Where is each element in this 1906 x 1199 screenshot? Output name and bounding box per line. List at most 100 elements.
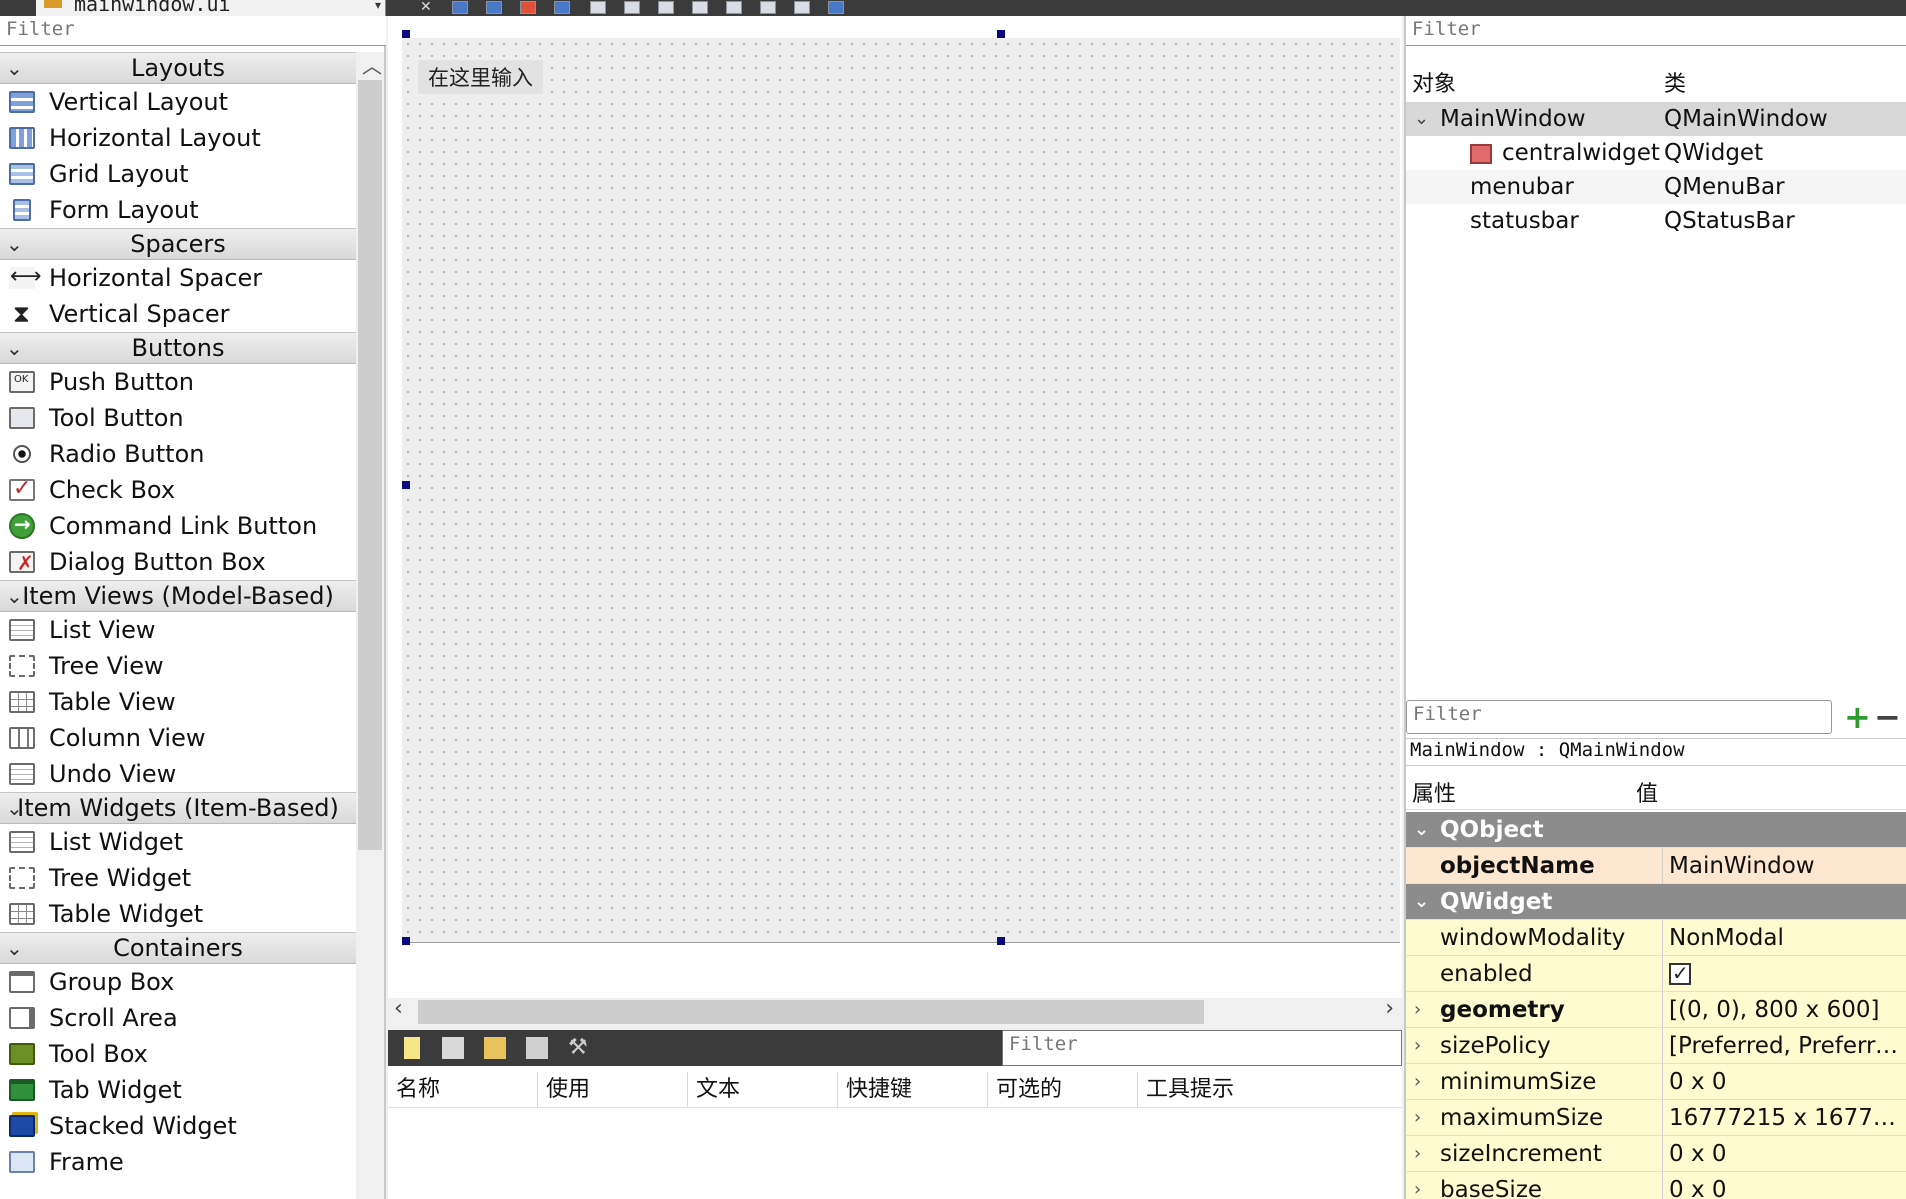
property-value[interactable]: [Preferred, Preferred, ... (1662, 1028, 1906, 1064)
chevron-right-icon[interactable]: › (1414, 1064, 1421, 1100)
chevron-down-icon[interactable]: ⌄ (6, 53, 23, 84)
property-row-geometry[interactable]: › geometry [(0, 0), 800 x 600] (1406, 992, 1906, 1028)
property-value[interactable]: 0 x 0 (1662, 1136, 1906, 1172)
property-row-minimumsize[interactable]: › minimumSize 0 x 0 (1406, 1064, 1906, 1100)
chevron-down-icon[interactable]: ⌄ (1414, 812, 1429, 848)
main-window-form[interactable]: 在这里输入 (402, 38, 1400, 943)
action-filter-input[interactable]: Filter (1002, 1030, 1402, 1066)
new-action-icon[interactable] (404, 1037, 420, 1059)
widget-item-list-widget[interactable]: List Widget (0, 824, 356, 860)
file-tab[interactable]: mainwindow.ui ▾ (36, 0, 386, 16)
col-shortcut[interactable]: 快捷键 (838, 1072, 988, 1108)
widget-item-grid-layout[interactable]: Grid Layout (0, 156, 356, 192)
property-value[interactable]: 0 x 0 (1662, 1172, 1906, 1199)
property-value[interactable]: NonModal (1662, 920, 1906, 956)
widget-item-column-view[interactable]: Column View (0, 720, 356, 756)
scrollbar-thumb[interactable] (358, 80, 382, 850)
widget-item-list-view[interactable]: List View (0, 612, 356, 648)
property-row-basesize[interactable]: › baseSize 0 x 0 (1406, 1172, 1906, 1199)
scrollbar-thumb[interactable] (418, 1000, 1204, 1024)
widget-item-undo-view[interactable]: Undo View (0, 756, 356, 792)
object-row-centralwidget[interactable]: centralwidget QWidget (1406, 136, 1906, 170)
resize-handle-top-left[interactable] (402, 30, 410, 38)
edit-widgets-icon[interactable] (452, 1, 468, 14)
layout-vertical-icon[interactable] (624, 1, 640, 14)
chevron-left-icon[interactable]: ‹ (394, 996, 403, 1021)
property-row-maximumsize[interactable]: › maximumSize 16777215 x 16777215 (1406, 1100, 1906, 1136)
widget-item-radio-button[interactable]: Radio Button (0, 436, 356, 472)
chevron-up-icon[interactable]: ︿ (362, 50, 382, 79)
chevron-down-icon[interactable]: ⌄ (6, 229, 23, 260)
editor-horizontal-scrollbar[interactable]: ‹ › (388, 996, 1402, 1026)
delete-action-icon[interactable] (526, 1037, 548, 1059)
col-value[interactable]: 值 (1636, 776, 1658, 808)
widget-item-form-layout[interactable]: Form Layout (0, 192, 356, 228)
col-checkable[interactable]: 可选的 (988, 1072, 1138, 1108)
object-row-statusbar[interactable]: statusbar QStatusBar (1406, 204, 1906, 238)
edit-signals-icon[interactable] (486, 1, 502, 14)
remove-dynamic-property-icon[interactable]: − (1874, 698, 1901, 736)
chevron-down-icon[interactable]: ⌄ (6, 933, 23, 964)
widget-item-tool-box[interactable]: Tool Box (0, 1036, 356, 1072)
add-dynamic-property-icon[interactable]: + (1844, 698, 1871, 736)
category-item-views-model-based[interactable]: ⌄ Item Views (Model-Based) (0, 580, 356, 612)
widget-filter-input[interactable]: Filter (0, 16, 386, 46)
chevron-right-icon[interactable]: › (1414, 1028, 1421, 1064)
property-value[interactable]: 0 x 0 (1662, 1064, 1906, 1100)
break-layout-icon[interactable] (794, 1, 810, 14)
widget-item-tree-widget[interactable]: Tree Widget (0, 860, 356, 896)
paste-action-icon[interactable] (484, 1037, 506, 1059)
chevron-right-icon[interactable]: › (1414, 1100, 1421, 1136)
category-layouts[interactable]: ⌄ Layouts (0, 52, 356, 84)
chevron-right-icon[interactable]: › (1414, 992, 1421, 1028)
widget-item-table-view[interactable]: Table View (0, 684, 356, 720)
adjust-size-icon[interactable] (828, 1, 844, 14)
edit-tab-order-icon[interactable] (554, 1, 570, 14)
property-group-qobject[interactable]: ⌄ QObject (1406, 812, 1906, 848)
widget-list-scrollbar[interactable]: ︿ (356, 52, 384, 1199)
widget-item-tab-widget[interactable]: Tab Widget (0, 1072, 356, 1108)
chevron-right-icon[interactable]: › (1385, 996, 1394, 1021)
property-value[interactable]: [(0, 0), 800 x 600] (1662, 992, 1906, 1028)
property-row-windowmodality[interactable]: windowModality NonModal (1406, 920, 1906, 956)
widget-item-frame[interactable]: Frame (0, 1144, 356, 1180)
col-object[interactable]: 对象 (1412, 66, 1456, 98)
chevron-right-icon[interactable]: › (1414, 1136, 1421, 1172)
widget-item-check-box[interactable]: Check Box (0, 471, 356, 508)
chevron-down-icon[interactable]: ▾ (375, 0, 381, 12)
chevron-down-icon[interactable]: ⌄ (1414, 884, 1429, 920)
col-text[interactable]: 文本 (688, 1072, 838, 1108)
layout-splitter-v-icon[interactable] (692, 1, 708, 14)
chevron-down-icon[interactable]: ⌄ (1414, 102, 1429, 136)
object-row-mainwindow[interactable]: ⌄ MainWindow QMainWindow (1406, 102, 1906, 136)
property-row-objectname[interactable]: objectName MainWindow (1406, 848, 1906, 884)
object-filter-input[interactable]: Filter (1406, 16, 1906, 46)
widget-item-tree-view[interactable]: Tree View (0, 648, 356, 684)
col-name[interactable]: 名称 (388, 1072, 538, 1108)
layout-grid-icon[interactable] (726, 1, 742, 14)
widget-item-command-link-button[interactable]: Command Link Button (0, 506, 356, 544)
layout-form-icon[interactable] (760, 1, 776, 14)
edit-buddies-icon[interactable] (520, 1, 536, 14)
widget-item-horizontal-layout[interactable]: Horizontal Layout (0, 120, 356, 156)
category-containers[interactable]: ⌄ Containers (0, 932, 356, 964)
chevron-right-icon[interactable]: › (1414, 1172, 1421, 1199)
property-filter-input[interactable]: Filter (1406, 700, 1832, 734)
chevron-down-icon[interactable]: ⌄ (6, 333, 23, 364)
property-value[interactable]: MainWindow (1662, 848, 1906, 884)
chevron-down-icon[interactable]: ⌄ (6, 793, 23, 824)
widget-item-group-box[interactable]: Group Box (0, 964, 356, 1000)
layout-splitter-h-icon[interactable] (658, 1, 674, 14)
category-buttons[interactable]: ⌄ Buttons (0, 332, 356, 364)
configure-wrench-icon[interactable]: ⚒ (568, 1037, 594, 1059)
resize-handle-left[interactable] (402, 481, 410, 489)
property-value[interactable]: 16777215 x 16777215 (1662, 1100, 1906, 1136)
property-row-enabled[interactable]: enabled (1406, 956, 1906, 992)
chevron-down-icon[interactable]: ⌄ (6, 581, 23, 612)
enabled-checkbox[interactable] (1669, 956, 1691, 991)
category-item-widgets-item-based[interactable]: ⌄ Item Widgets (Item-Based) (0, 792, 356, 824)
col-tooltip[interactable]: 工具提示 (1138, 1072, 1402, 1108)
widget-item-vertical-spacer[interactable]: Vertical Spacer (0, 296, 356, 332)
widget-item-tool-button[interactable]: Tool Button (0, 400, 356, 436)
col-property[interactable]: 属性 (1412, 776, 1456, 808)
